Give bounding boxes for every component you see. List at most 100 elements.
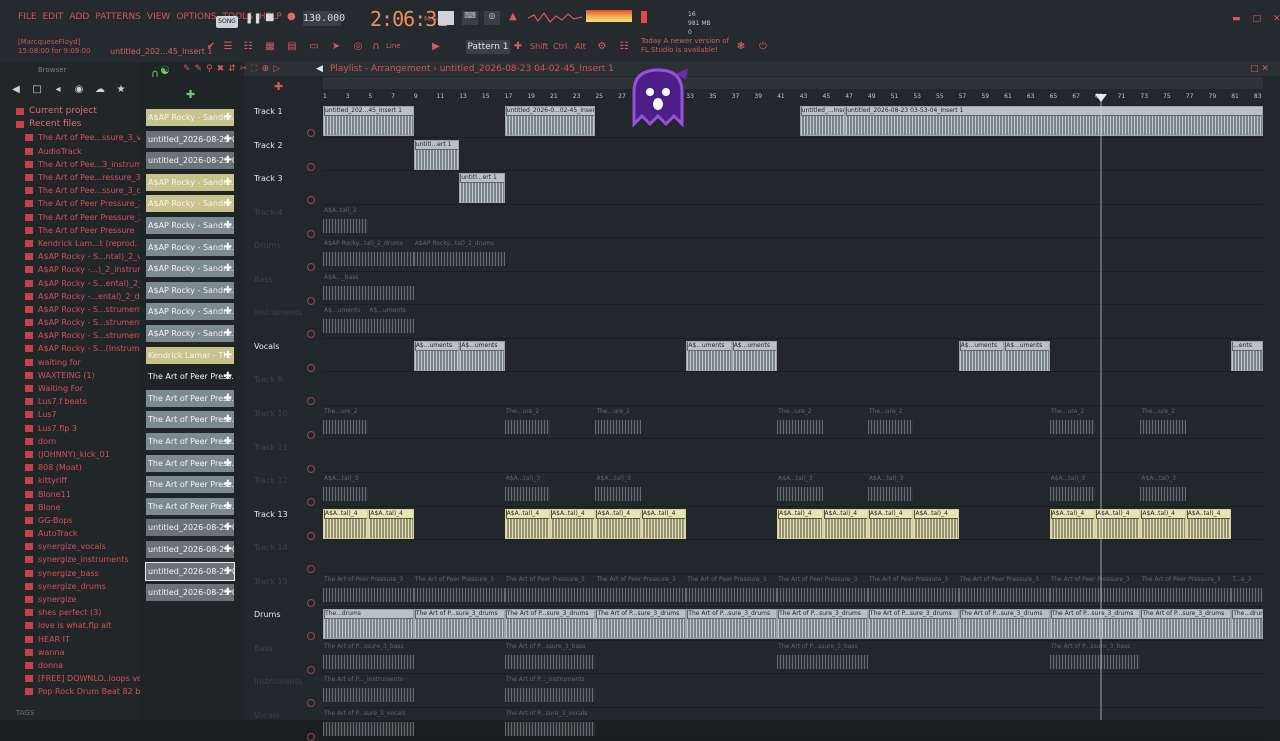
browser-star-icon[interactable]: ★ [115, 84, 127, 96]
power-icon[interactable]: ⏻ [757, 41, 769, 53]
pattern-item[interactable]: A$AP Rocky - Sandm... ✚ [146, 217, 234, 234]
pattern-item[interactable]: A$AP Rocky - Sandm... ✚ [146, 173, 234, 191]
typing-keyboard-icon[interactable]: ⌨ [462, 11, 478, 25]
browser-file-item[interactable]: [FREE] DOWNLO..loops vol.68 [16, 672, 140, 685]
mixer-icon[interactable]: ▤ [286, 41, 298, 53]
track-lane[interactable] [323, 540, 1263, 574]
pattern-add-icon[interactable]: ✚ [224, 109, 232, 126]
audio-clip[interactable]: A$...uments [686, 340, 732, 371]
browser-target-icon[interactable]: ◉ [73, 84, 85, 96]
browser-file-item[interactable]: synergize_drums [16, 580, 140, 593]
browser-file-item[interactable]: (JOHNNY)_kick_01 [16, 448, 140, 461]
pattern-item[interactable]: untitled_2026-08-23 03-...✚ [146, 130, 234, 148]
pattern-add-icon[interactable]: ✚ [224, 390, 232, 407]
maximize-icon[interactable]: □ [1253, 14, 1262, 24]
piano-roll-icon[interactable]: ▦ [264, 41, 276, 53]
browser-back-icon[interactable]: ◀ [10, 84, 22, 96]
browser-file-item[interactable]: 808 (Moat) [16, 461, 140, 474]
track-enable-icon[interactable] [307, 430, 315, 439]
track-name[interactable]: Track 9 [254, 375, 283, 384]
browser-file-item[interactable]: A$AP Rocky - S...strumental)_4 [16, 303, 140, 316]
audio-clip[interactable]: A$A...tal)_3 [323, 475, 369, 505]
pattern-item[interactable]: A$AP Rocky - Sandm... ✚ [146, 195, 234, 213]
song-mode-toggle[interactable]: SONG [216, 16, 238, 28]
browser-file-item[interactable]: The Art of Pee...ressure_3_bass [16, 171, 140, 184]
audio-clip[interactable]: untitled_...Insert 1 [799, 106, 846, 136]
audio-clip[interactable]: A$A..._bass [323, 274, 414, 304]
browser-file-item[interactable]: The Art of Peer Pressure [16, 224, 140, 237]
track-enable-icon[interactable] [307, 531, 315, 540]
audio-clip[interactable]: A$A...tal)_3 [504, 475, 551, 505]
piano-keyboard-icon[interactable] [438, 11, 454, 25]
pattern-item[interactable]: A$AP Rocky - Sandm... ✚ [146, 260, 234, 278]
pattern-add-icon[interactable]: ✚ [224, 498, 232, 515]
track-name[interactable]: Instruments [254, 308, 302, 317]
audio-clip[interactable]: A$...uments [413, 340, 460, 371]
pattern-item[interactable]: A$AP Rocky - Sandm... ✚ [146, 303, 234, 321]
audio-clip[interactable]: The Art of Peer Pressure_3 [413, 576, 505, 606]
browser-file-item[interactable]: HEAR IT [16, 633, 140, 646]
track-lane[interactable] [323, 674, 1263, 708]
pattern-picker-magnet-icon[interactable]: ∩ [151, 67, 159, 80]
pattern-add-icon[interactable]: ✚ [224, 239, 232, 256]
audio-clip[interactable]: A$A..tal)_4 [867, 508, 914, 539]
pattern-add-icon[interactable]: ✚ [224, 584, 232, 601]
pattern-item[interactable]: The Art of Peer Press... ✚ [146, 411, 234, 429]
pattern-add-icon[interactable]: ✚ [224, 174, 232, 191]
browser-file-item[interactable]: The Art of Pee...ssure_3_vocals [16, 131, 140, 144]
news-icon[interactable]: ☷ [618, 41, 630, 53]
browser-file-item[interactable]: WAXTEING (1) [16, 369, 140, 382]
pattern-item[interactable]: The Art of Peer Press... ✚ [146, 389, 234, 407]
browser-file-item[interactable]: synergize_bass [16, 567, 140, 580]
audio-clip[interactable]: A$A...tal)_3 [595, 475, 641, 505]
update-notice[interactable]: Today A newer version of FL Studio is av… [641, 37, 729, 55]
pattern-add-icon[interactable]: ✚ [224, 433, 232, 450]
current-project-folder[interactable]: Current project [16, 105, 140, 118]
audio-clip[interactable]: untitled_202...45_Insert 1 [323, 106, 414, 136]
pattern-add-icon[interactable]: ✚ [224, 195, 232, 212]
pattern-add-icon[interactable]: ✚ [224, 455, 232, 472]
pattern-add-icon[interactable]: ✚ [224, 325, 232, 342]
audio-clip[interactable]: The Art of P...sure_3_drums [1049, 609, 1141, 640]
track-enable-icon[interactable] [307, 363, 315, 372]
metronome-icon[interactable]: ▲ [506, 11, 520, 25]
pattern-add-icon[interactable]: ✚ [224, 563, 232, 580]
audio-clip[interactable]: A$A..tal)_4 [1185, 508, 1232, 539]
track-name[interactable]: Track 14 [254, 543, 288, 552]
audio-clip[interactable]: A$A...tal)_3 [1049, 475, 1095, 505]
browser-file-item[interactable]: synergize [16, 593, 140, 606]
browser-cloud-icon[interactable]: ☁ [94, 84, 106, 96]
track-enable-icon[interactable] [307, 296, 315, 305]
microphone-icon[interactable]: ◎ [352, 41, 364, 53]
pattern-item[interactable]: A$AP Rocky - Sandm... ✚ [146, 325, 234, 342]
audio-clip[interactable]: The Art of P...ssure_3_bass [323, 643, 414, 673]
track-lane[interactable] [323, 440, 1263, 473]
add-pattern-icon[interactable]: ✚ [512, 41, 524, 53]
audio-clip[interactable]: The Art of Peer Pressure_3 [595, 576, 687, 606]
browser-file-item[interactable]: synergize_instruments [16, 553, 140, 566]
snap-mode-label[interactable]: Line [386, 42, 401, 50]
track-name[interactable]: Track 3 [254, 174, 283, 183]
audio-clip[interactable]: A$A..tal)_4 [777, 508, 823, 539]
audio-clip[interactable]: A$A..tal)_4 [595, 508, 641, 539]
pattern-add-icon[interactable]: ✚ [224, 303, 232, 320]
audio-clip[interactable]: The...ure_2 [777, 408, 823, 438]
audio-clip[interactable]: The...ure_2 [595, 408, 641, 438]
track-enable-icon[interactable] [307, 732, 315, 741]
playhead-line[interactable] [1100, 94, 1102, 720]
audio-clip[interactable]: A$A..tal)_4 [1049, 508, 1095, 539]
browser-file-item[interactable]: A$AP Rocky - S...ntal)_2_vocals [16, 250, 140, 263]
arrow-right-icon[interactable]: ➤ [330, 41, 342, 53]
playlist-tool-icon[interactable]: ☯ [160, 64, 170, 77]
audio-clip[interactable]: A$...uments [731, 340, 778, 371]
track-name[interactable]: Track 15 [254, 577, 288, 586]
pattern-item[interactable]: The Art of Peer Press... ✚ [146, 497, 234, 515]
playlist-tools-icons[interactable]: ✎✎⚲✖⇵✂⛶⊕▷ [183, 64, 284, 74]
audio-clip[interactable]: A$A...tal)_3 [777, 475, 823, 505]
plugin-icon[interactable]: ▭ [308, 41, 320, 53]
track-name[interactable]: Track 4 [254, 208, 283, 217]
browser-file-item[interactable]: A$AP Rocky -...ental)_2_drums [16, 290, 140, 303]
browser-file-item[interactable]: synergize_vocals [16, 540, 140, 553]
magnet-icon[interactable]: ∩ [370, 41, 382, 53]
menu-add[interactable]: ADD [69, 12, 89, 22]
